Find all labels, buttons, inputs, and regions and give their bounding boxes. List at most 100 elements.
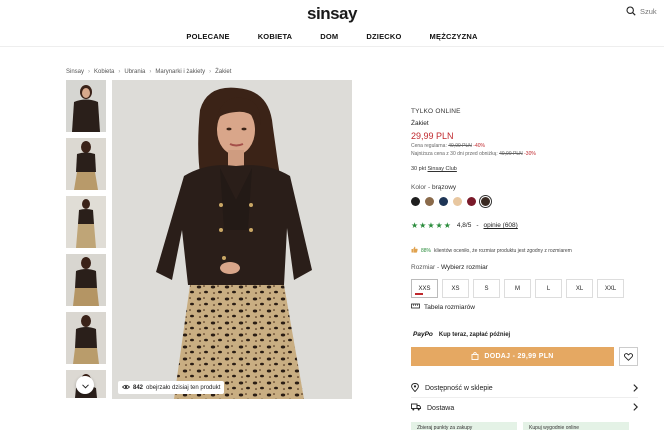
regular-price: 49,99 PLN <box>448 143 472 149</box>
eye-icon <box>121 384 131 392</box>
brand-logo[interactable]: sinsay <box>0 4 664 24</box>
lowest-price-row: Najniższa cena z 30 dni przed obniżką: 4… <box>411 151 639 157</box>
rating-stars: ★★★★★ <box>411 221 452 230</box>
color-swatch-brown-selected[interactable] <box>481 197 490 206</box>
lowest-price: 49,99 PLN <box>499 151 523 157</box>
nav-kobieta[interactable]: KOBIETA <box>258 32 293 41</box>
online-only-badge: TYLKO ONLINE <box>411 108 461 115</box>
color-value: brązowy <box>431 184 457 191</box>
thumbs-up-icon <box>411 246 418 255</box>
breadcrumb-item-marynarki[interactable]: Marynarki i żakiety <box>155 69 205 75</box>
color-label-prefix: Kolor - <box>411 184 431 191</box>
color-swatch-leopard[interactable] <box>425 197 434 206</box>
add-to-cart-label: DODAJ - 29,99 PLN <box>484 353 554 360</box>
breadcrumb-item-ubrania[interactable]: Ubrania <box>124 69 145 75</box>
size-value: Wybierz rozmiar <box>440 264 488 271</box>
size-label: Rozmiar - Wybierz rozmiar <box>411 264 488 271</box>
delivery-row[interactable]: Dostawa <box>411 403 638 413</box>
viewers-count: 842 <box>133 384 144 391</box>
nav-dom[interactable]: DOM <box>320 32 338 41</box>
thumbnail-list <box>66 80 106 404</box>
chevron-right-icon: › <box>118 69 121 75</box>
benefit-boxes: Zbieraj punkty za zakupy Kupuj wygodnie … <box>411 422 629 430</box>
club-points-value: 30 pkt <box>411 166 426 172</box>
thumbnail-1[interactable] <box>66 80 106 132</box>
size-table-label: Tabela rozmiarów <box>424 303 475 311</box>
color-swatch-black[interactable] <box>411 197 420 206</box>
paypo-logo: PayPo <box>413 331 433 338</box>
store-availability-label: Dostępność w sklepie <box>425 385 493 392</box>
add-to-cart-button[interactable]: DODAJ - 29,99 PLN <box>411 347 614 366</box>
viewers-badge: 842 obejrzało dzisiaj ten produkt <box>118 381 225 394</box>
main-product-image[interactable] <box>112 80 352 399</box>
rating-value: 4,8/5 <box>456 222 472 229</box>
thumbnail-3[interactable] <box>66 196 106 248</box>
search-icon[interactable] <box>626 6 636 16</box>
size-option-l[interactable]: L <box>535 279 562 298</box>
fit-text: klientów oceniło, że rozmiar produktu je… <box>434 247 572 254</box>
rating-separator: - <box>476 222 479 229</box>
size-option-m[interactable]: M <box>504 279 531 298</box>
delivery-label: Dostawa <box>427 404 455 412</box>
lowest-price-label: Najniższa cena z 30 dni przed obniżką: <box>411 151 498 157</box>
search-input[interactable] <box>640 6 664 16</box>
breadcrumb-item-kobieta[interactable]: Kobieta <box>94 69 114 75</box>
size-selector: XXS XS S M L XL XXL <box>411 279 624 298</box>
chevron-right-icon <box>633 383 638 394</box>
chevron-right-icon <box>633 403 638 413</box>
product-name: Żakiet <box>411 120 429 127</box>
breadcrumb: Sinsay › Kobieta › Ubrania › Marynarki i… <box>66 69 231 75</box>
color-swatches <box>411 197 490 206</box>
lowest-discount: -30% <box>524 151 536 157</box>
color-label: Kolor - brązowy <box>411 184 456 191</box>
color-swatch-burgundy[interactable] <box>467 197 476 206</box>
paypo-banner: PayPo Kup teraz, zapłać później <box>413 331 510 338</box>
truck-icon <box>411 403 421 413</box>
reviews-link[interactable]: opinie (608) <box>484 222 518 229</box>
regular-price-label: Cena regularna: <box>411 143 447 149</box>
viewers-text: obejrzało dzisiaj ten produkt <box>146 384 221 391</box>
size-option-xs[interactable]: XS <box>442 279 469 298</box>
size-fit-info: 88% klientów oceniło, że rozmiar produkt… <box>411 246 572 255</box>
thumbnail-5[interactable] <box>66 312 106 364</box>
size-option-xxl[interactable]: XXL <box>597 279 624 298</box>
nav-dziecko[interactable]: DZIECKO <box>366 32 401 41</box>
rating: ★★★★★ 4,8/5 - opinie (608) <box>411 221 518 230</box>
shopping-bag-icon <box>471 351 479 362</box>
nav-polecane[interactable]: POLECANE <box>186 32 229 41</box>
size-option-s[interactable]: S <box>473 279 500 298</box>
benefit-box-online[interactable]: Kupuj wygodnie online <box>523 422 629 430</box>
thumbnail-2[interactable] <box>66 138 106 190</box>
size-option-xl[interactable]: XL <box>566 279 593 298</box>
size-table-link[interactable]: Tabela rozmiarów <box>411 303 475 311</box>
chevron-right-icon: › <box>88 69 91 75</box>
color-swatch-navy[interactable] <box>439 197 448 206</box>
thumbnails-scroll-down-button[interactable] <box>76 376 94 394</box>
current-price: 29,99 PLN <box>411 131 454 141</box>
breadcrumb-item-sinsay[interactable]: Sinsay <box>66 69 84 75</box>
color-swatch-beige[interactable] <box>453 197 462 206</box>
store-availability-row[interactable]: Dostępność w sklepie <box>411 383 638 394</box>
main-nav: POLECANE KOBIETA DOM DZIECKO MĘŻCZYZNA <box>0 32 664 41</box>
wishlist-button[interactable] <box>619 347 638 366</box>
ruler-icon <box>411 303 420 311</box>
product-info: TYLKO ONLINE Żakiet 29,99 PLN Cena regul… <box>411 108 639 172</box>
chevron-right-icon: › <box>149 69 152 75</box>
paypo-text: Kup teraz, zapłać później <box>438 331 511 338</box>
heart-icon <box>624 348 633 366</box>
location-pin-icon <box>411 383 419 394</box>
club-link[interactable]: Sinsay Club <box>428 166 457 172</box>
search-box[interactable] <box>626 6 664 16</box>
nav-mezczyzna[interactable]: MĘŻCZYZNA <box>430 32 478 41</box>
header-divider <box>0 46 664 47</box>
regular-discount: -40% <box>473 143 485 149</box>
club-points: 30 pkt Sinsay Club <box>411 166 639 172</box>
size-option-xxs[interactable]: XXS <box>411 279 438 298</box>
regular-price-row: Cena regularna: 49,99 PLN -40% <box>411 143 639 149</box>
divider <box>411 397 638 398</box>
chevron-right-icon: › <box>209 69 212 75</box>
fit-percent: 88% <box>421 247 432 254</box>
benefit-box-points[interactable]: Zbieraj punkty za zakupy <box>411 422 517 430</box>
thumbnail-4[interactable] <box>66 254 106 306</box>
breadcrumb-item-current: Żakiet <box>215 69 232 75</box>
